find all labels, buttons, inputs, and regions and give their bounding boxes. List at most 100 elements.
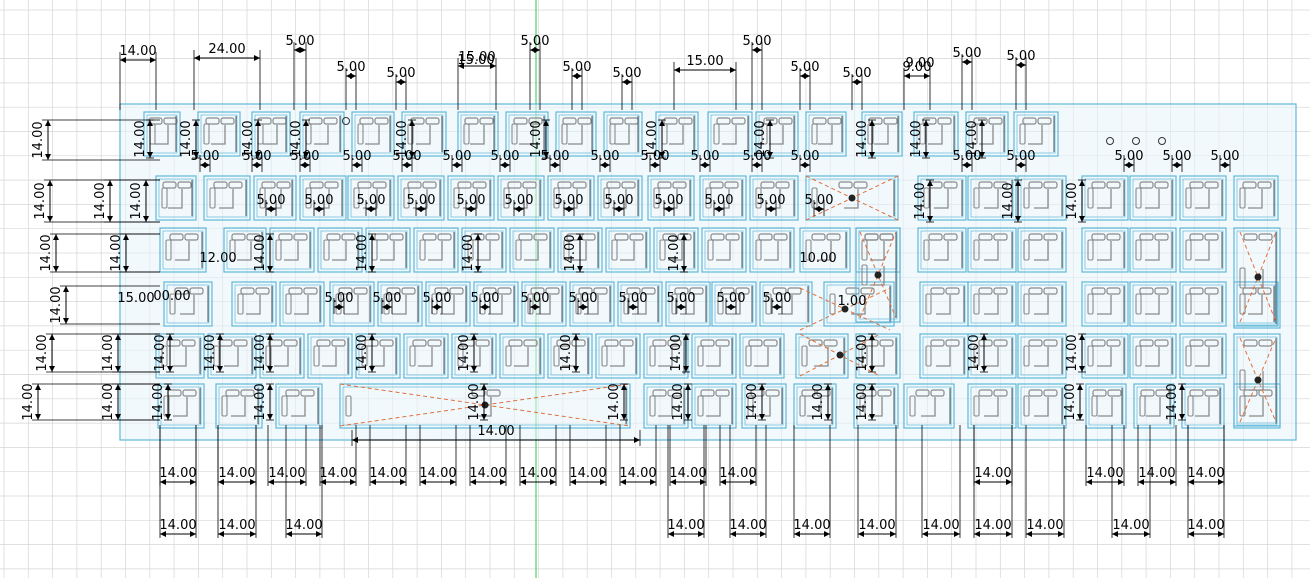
dimension-text: 14.00: [419, 466, 456, 481]
dimension-text: 5.00: [325, 291, 354, 306]
horizontal-dimension[interactable]: 5.00: [286, 34, 315, 110]
dimension-annotation[interactable]: 12.00: [199, 251, 236, 266]
dimension-text: 14.00: [469, 466, 506, 481]
dimension-text: 5.00: [337, 60, 366, 75]
dimension-text: 14.00: [39, 234, 54, 271]
dimension-annotation[interactable]: 00.00: [153, 289, 190, 304]
dimension-text: 5.00: [613, 66, 642, 81]
dimension-text: 14.00: [218, 518, 255, 533]
horizontal-dimension[interactable]: 5.00: [521, 34, 550, 110]
dimension-text: 14.00: [395, 120, 410, 157]
dimension-text: 14.00: [129, 182, 144, 219]
dimension-text: 14.00: [93, 182, 108, 219]
dimension-text: 14.00: [31, 121, 46, 158]
dimension-text: 5.00: [1163, 149, 1192, 164]
dimension-text: 14.00: [21, 383, 36, 420]
dimension-text: 5.00: [605, 193, 634, 208]
dimension-text: 5.00: [286, 34, 315, 49]
cad-canvas[interactable]: 14.00 24.00 5.00 5.00 5.00 15.00 5.00 5.00 5.00 1…: [0, 0, 1310, 578]
horizontal-dimension[interactable]: 14.00: [119, 44, 157, 110]
dimension-text: 5.00: [407, 193, 436, 208]
dimension-text: 5.00: [191, 149, 220, 164]
dimension-text: 14.00: [35, 334, 50, 371]
dimension-text: 5.00: [667, 291, 696, 306]
dimension-text: 5.00: [691, 149, 720, 164]
dimension-text: 14.00: [477, 424, 514, 439]
dimension-text: 5.00: [655, 193, 684, 208]
dimension-text: 5.00: [791, 60, 820, 75]
dimension-text: 14.00: [669, 334, 684, 371]
dimension-text: 14.00: [203, 334, 218, 371]
dimension-text: 14.00: [33, 182, 48, 219]
dimension-text: 5.00: [717, 291, 746, 306]
dimension-text: 14.00: [974, 518, 1011, 533]
dimension-annotation[interactable]: 9.00: [906, 56, 935, 71]
dimension-text: 14.00: [179, 120, 194, 157]
dimension-text: 14.00: [101, 383, 116, 420]
dimension-annotation[interactable]: 15.00: [117, 291, 154, 306]
dimension-text: 14.00: [109, 234, 124, 271]
horizontal-dimension[interactable]: 14.00: [793, 425, 831, 538]
dimension-annotation[interactable]: 1.00: [838, 294, 867, 309]
dimension-text: 00.00: [153, 289, 190, 304]
dimension-text: 14.00: [569, 466, 606, 481]
dimension-annotation[interactable]: 10.00: [799, 251, 836, 266]
dimension-text: 14.00: [855, 334, 870, 371]
dimension-text: 14.00: [151, 383, 166, 420]
dimension-text: 14.00: [253, 334, 268, 371]
dimension-text: 5.00: [563, 60, 592, 75]
dimension-text: 5.00: [1211, 149, 1240, 164]
horizontal-dimension[interactable]: 15.00: [673, 54, 737, 110]
dimension-text: 14.00: [285, 518, 322, 533]
horizontal-dimension[interactable]: 24.00: [193, 42, 261, 110]
dimension-text: 5.00: [491, 149, 520, 164]
dimension-text: 14.00: [369, 466, 406, 481]
dimension-text: 14.00: [461, 234, 476, 271]
dimension-text: 14.00: [913, 182, 928, 219]
dimension-text: 14.00: [1187, 518, 1224, 533]
horizontal-dimension[interactable]: 14.00: [1025, 425, 1065, 538]
dimension-text: 14.00: [1112, 518, 1149, 533]
dimension-text: 5.00: [805, 193, 834, 208]
dimension-text: 5.00: [443, 149, 472, 164]
horizontal-dimension[interactable]: 14.00: [857, 425, 897, 538]
horizontal-dimension[interactable]: 5.00: [953, 46, 982, 110]
dimension-text: 5.00: [743, 34, 772, 49]
dimension-text: 14.00: [671, 383, 686, 420]
dimension-text: 14.00: [1165, 383, 1180, 420]
dimension-text: 14.00: [467, 383, 482, 420]
dimension-text: 5.00: [471, 291, 500, 306]
dimension-text: 14.00: [218, 466, 255, 481]
dimension-text: 14.00: [268, 466, 305, 481]
dimension-text: 5.00: [1115, 149, 1144, 164]
dimension-text: 14.00: [745, 383, 760, 420]
dimension-text: 5.00: [457, 193, 486, 208]
dimension-text: 14.00: [319, 466, 356, 481]
horizontal-dimension[interactable]: 5.00: [337, 60, 366, 110]
dimension-text: 14.00: [355, 234, 370, 271]
dimension-text: 5.00: [953, 46, 982, 61]
dimension-text: 5.00: [505, 193, 534, 208]
dimension-text: 14.00: [909, 120, 924, 157]
dimension-text: 14.00: [669, 466, 706, 481]
dimension-text: 5.00: [521, 291, 550, 306]
horizontal-dimension[interactable]: 5.00: [1007, 49, 1036, 110]
dimension-text: 14.00: [1086, 466, 1123, 481]
dimension-text: 5.00: [555, 193, 584, 208]
horizontal-dimension[interactable]: 5.00: [791, 60, 820, 110]
dimension-text: 10.00: [799, 251, 836, 266]
dimension-text: 9.00: [906, 56, 935, 71]
dimension-text: 5.00: [791, 149, 820, 164]
dimension-text: 5.00: [619, 291, 648, 306]
dimension-annotation[interactable]: 15.00: [457, 53, 494, 68]
dimension-text: 14.00: [119, 44, 156, 59]
dimension-text: 5.00: [357, 193, 386, 208]
dimension-text: 14.00: [1138, 466, 1175, 481]
dimension-text: 14.00: [1187, 466, 1224, 481]
dimension-text: 14.00: [855, 120, 870, 157]
dimension-text: 14.00: [49, 286, 64, 323]
dimension-text: 14.00: [529, 120, 544, 157]
dimension-text: 14.00: [1063, 383, 1078, 420]
dimension-text: 12.00: [199, 251, 236, 266]
dimension-text: 14.00: [793, 518, 830, 533]
